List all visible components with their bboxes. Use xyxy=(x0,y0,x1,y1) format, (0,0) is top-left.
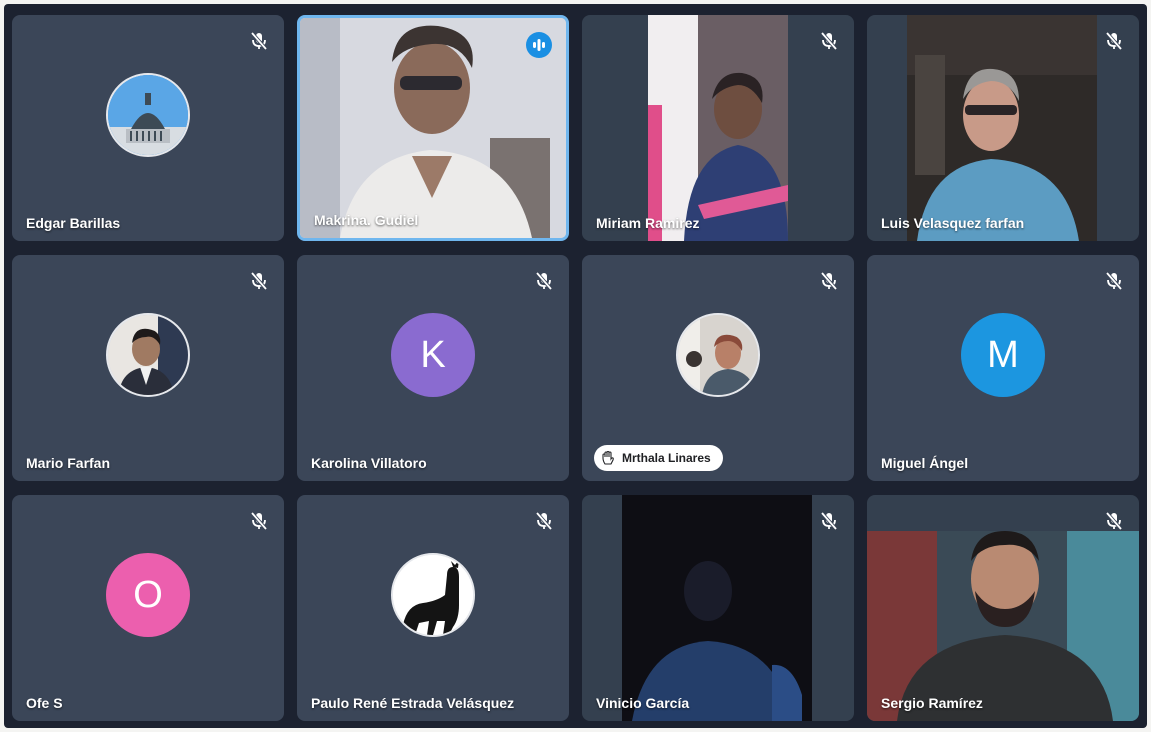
participant-tile[interactable]: Paulo René Estrada Velásquez xyxy=(297,495,569,721)
participant-tile[interactable]: Makrina. Gudiel xyxy=(297,15,569,241)
participant-name: Makrina. Gudiel xyxy=(314,212,419,228)
participant-name: Mario Farfan xyxy=(26,455,111,471)
video-feed xyxy=(622,495,812,721)
mic-off-icon xyxy=(1105,511,1123,531)
participant-name: Vinicio García xyxy=(596,695,690,711)
participant-tile[interactable]: Mrthala Linares xyxy=(582,255,854,481)
mic-off-icon xyxy=(250,511,268,531)
participant-tile[interactable]: Luis Velasquez farfan xyxy=(867,15,1139,241)
participant-tile[interactable]: Sergio Ramírez xyxy=(867,495,1139,721)
raised-hand-badge[interactable]: Mrthala Linares xyxy=(594,445,723,471)
avatar xyxy=(676,313,760,397)
video-feed xyxy=(648,15,788,241)
participant-name: Ofe S xyxy=(26,695,63,711)
avatar-initial: O xyxy=(106,553,190,637)
avatar xyxy=(106,73,190,157)
mic-off-icon xyxy=(535,511,553,531)
participant-name: Sergio Ramírez xyxy=(881,695,983,711)
participant-tile[interactable]: O Ofe S xyxy=(12,495,284,721)
participant-name: Paulo René Estrada Velásquez xyxy=(311,695,515,711)
avatar-initial: K xyxy=(391,313,475,397)
participant-tile[interactable]: K Karolina Villatoro xyxy=(297,255,569,481)
participant-name: Edgar Barillas xyxy=(26,215,121,231)
video-feed xyxy=(300,18,566,238)
mic-off-icon xyxy=(1105,31,1123,51)
raised-hand-icon xyxy=(602,451,614,465)
participant-name: Miriam Ramirez xyxy=(596,215,700,231)
participant-name: Karolina Villatoro xyxy=(311,455,427,471)
meeting-grid: Edgar Barillas Makrina. Gudiel Miriam Ra… xyxy=(4,4,1147,728)
participant-name: Luis Velasquez farfan xyxy=(881,215,1025,231)
mic-off-icon xyxy=(820,271,838,291)
participant-tile[interactable]: Mario Farfan xyxy=(12,255,284,481)
avatar xyxy=(106,313,190,397)
speaking-indicator-icon xyxy=(526,32,552,58)
mic-off-icon xyxy=(535,271,553,291)
participant-tile[interactable]: Vinicio García xyxy=(582,495,854,721)
participant-tile[interactable]: Miriam Ramirez xyxy=(582,15,854,241)
video-feed xyxy=(907,15,1097,241)
mic-off-icon xyxy=(1105,271,1123,291)
mic-off-icon xyxy=(820,31,838,51)
participant-name: Miguel Ángel xyxy=(881,455,969,471)
mic-off-icon xyxy=(250,271,268,291)
participant-tile[interactable]: M Miguel Ángel xyxy=(867,255,1139,481)
mic-off-icon xyxy=(820,511,838,531)
participant-tile[interactable]: Edgar Barillas xyxy=(12,15,284,241)
mic-off-icon xyxy=(250,31,268,51)
participant-name: Mrthala Linares xyxy=(622,451,711,465)
avatar xyxy=(391,553,475,637)
video-feed xyxy=(867,531,1139,721)
avatar-initial: M xyxy=(961,313,1045,397)
